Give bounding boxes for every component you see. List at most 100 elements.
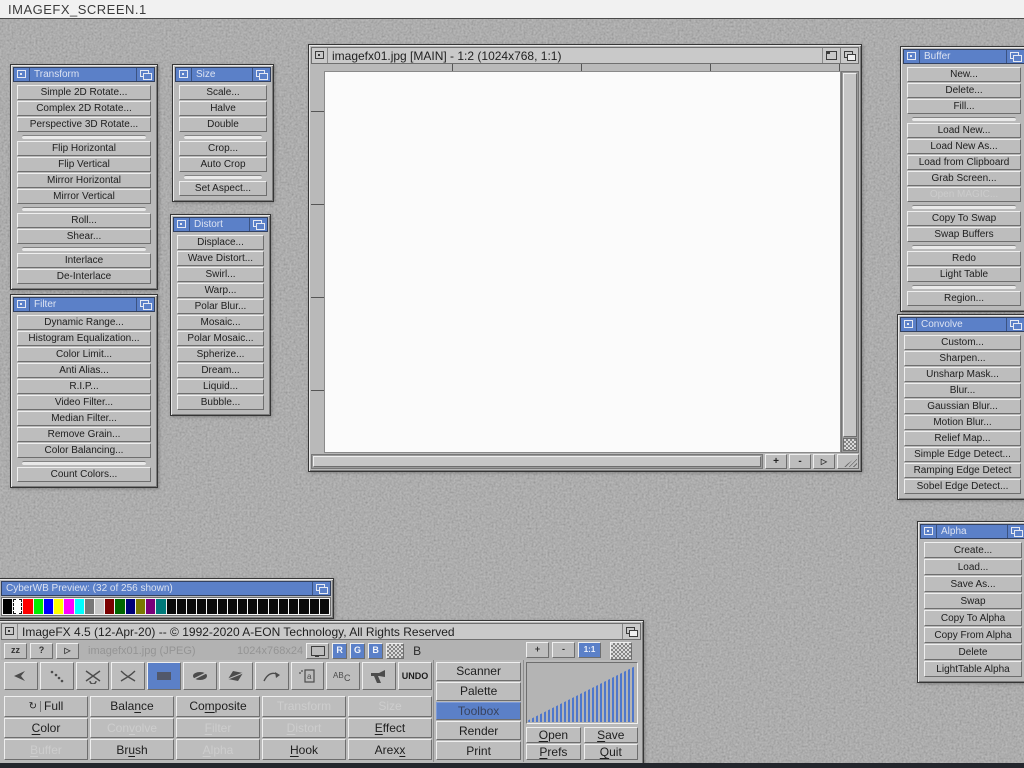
- light-table-button[interactable]: Light Table: [907, 267, 1021, 282]
- color-swatch[interactable]: [310, 599, 319, 614]
- prefs-button[interactable]: Prefs: [526, 744, 580, 760]
- wave-distort-button[interactable]: Wave Distort...: [177, 251, 264, 266]
- bubble-button[interactable]: Bubble...: [177, 395, 264, 410]
- horizontal-scrollbar[interactable]: [311, 454, 763, 469]
- simple-2d-rotate-button[interactable]: Simple 2D Rotate...: [17, 85, 151, 100]
- histogram-equalization-button[interactable]: Histogram Equalization...: [17, 331, 151, 346]
- flip-horizontal-button[interactable]: Flip Horizontal: [17, 141, 151, 156]
- filter-titlebar[interactable]: Filter: [13, 297, 155, 312]
- zoom-out-button[interactable]: -: [789, 454, 811, 469]
- anti-alias-button[interactable]: Anti Alias...: [17, 363, 151, 378]
- blur-button[interactable]: Blur...: [904, 383, 1021, 398]
- arexx-button[interactable]: Arexx: [348, 739, 432, 760]
- smear-tool-button[interactable]: [255, 662, 289, 690]
- color-swatch[interactable]: [146, 599, 155, 614]
- depth-icon[interactable]: [622, 624, 640, 639]
- channel-g-button[interactable]: G: [350, 643, 365, 659]
- color-swatch[interactable]: [177, 599, 186, 614]
- depth-icon[interactable]: [312, 582, 330, 595]
- close-icon[interactable]: [174, 218, 189, 231]
- save-button[interactable]: Save: [584, 727, 638, 743]
- color-swatch[interactable]: [23, 599, 32, 614]
- palette-titlebar[interactable]: CyberWB Preview: (32 of 256 shown): [1, 581, 331, 596]
- render-button[interactable]: Render: [436, 721, 521, 740]
- halve-button[interactable]: Halve: [179, 101, 267, 116]
- depth-icon[interactable]: [136, 68, 154, 81]
- gradient-preview[interactable]: [526, 662, 638, 724]
- scanner-button[interactable]: Scanner: [436, 662, 521, 681]
- color-swatch[interactable]: [238, 599, 247, 614]
- load-button[interactable]: Load...: [924, 559, 1022, 575]
- lighttable-alpha-button[interactable]: LightTable Alpha: [924, 661, 1022, 677]
- load-new-as-button[interactable]: Load New As...: [907, 139, 1021, 154]
- load-from-clipboard-button[interactable]: Load from Clipboard: [907, 155, 1021, 170]
- screen-mode-button[interactable]: [306, 643, 329, 659]
- swirl-button[interactable]: Swirl...: [177, 267, 264, 282]
- close-icon[interactable]: [904, 50, 919, 63]
- ramping-edge-detect-button[interactable]: Ramping Edge Detect: [904, 463, 1021, 478]
- redo-button[interactable]: Redo: [907, 251, 1021, 266]
- grab-screen-icon-button[interactable]: [610, 642, 632, 660]
- close-icon[interactable]: [14, 298, 29, 311]
- mirror-horizontal-button[interactable]: Mirror Horizontal: [17, 173, 151, 188]
- zoom-out-button[interactable]: -: [552, 642, 575, 658]
- color-swatch[interactable]: [136, 599, 145, 614]
- open-button[interactable]: Open: [526, 727, 580, 743]
- fill-button[interactable]: Fill...: [907, 99, 1021, 114]
- depth-icon[interactable]: [1006, 50, 1024, 63]
- color-swatch[interactable]: [95, 599, 104, 614]
- color-swatch[interactable]: [167, 599, 176, 614]
- oval-tool-button[interactable]: [183, 662, 217, 690]
- channel-b-button[interactable]: B: [368, 643, 383, 659]
- color-balancing-button[interactable]: Color Balancing...: [17, 443, 151, 458]
- depth-icon[interactable]: [136, 298, 154, 311]
- flip-vertical-button[interactable]: Flip Vertical: [17, 157, 151, 172]
- create-button[interactable]: Create...: [924, 542, 1022, 558]
- close-icon[interactable]: [921, 525, 936, 538]
- box-tool-button[interactable]: [147, 662, 181, 690]
- color-swatch[interactable]: [54, 599, 63, 614]
- color-swatch[interactable]: [126, 599, 135, 614]
- roll-button[interactable]: Roll...: [17, 213, 151, 228]
- new-button[interactable]: New...: [907, 67, 1021, 82]
- polar-mosaic-button[interactable]: Polar Mosaic...: [177, 331, 264, 346]
- remove-grain-button[interactable]: Remove Grain...: [17, 427, 151, 442]
- image-canvas[interactable]: [324, 71, 841, 453]
- mirror-vertical-button[interactable]: Mirror Vertical: [17, 189, 151, 204]
- de-interlace-button[interactable]: De-Interlace: [17, 269, 151, 284]
- channel-r-button[interactable]: R: [332, 643, 347, 659]
- toolbar-titlebar[interactable]: ImageFX 4.5 (12-Apr-20) -- © 1992-2020 A…: [1, 623, 641, 640]
- print-button[interactable]: Print: [436, 741, 521, 760]
- color-swatch[interactable]: [289, 599, 298, 614]
- spray-tool-button[interactable]: [362, 662, 396, 690]
- displace-button[interactable]: Displace...: [177, 235, 264, 250]
- mosaic-button[interactable]: Mosaic...: [177, 315, 264, 330]
- close-icon[interactable]: [2, 624, 17, 639]
- warp-button[interactable]: Warp...: [177, 283, 264, 298]
- copy-to-alpha-button[interactable]: Copy To Alpha: [924, 610, 1022, 626]
- color-swatch[interactable]: [228, 599, 237, 614]
- hook-button[interactable]: Hook: [262, 739, 346, 760]
- transform-titlebar[interactable]: Transform: [13, 67, 155, 82]
- polar-blur-button[interactable]: Polar Blur...: [177, 299, 264, 314]
- auto-crop-button[interactable]: Auto Crop: [179, 157, 267, 172]
- toolbox-button[interactable]: Toolbox: [436, 702, 521, 721]
- lasso-tool-button[interactable]: [111, 662, 145, 690]
- next-buffer-button[interactable]: ▷: [56, 643, 79, 659]
- alpha-titlebar[interactable]: Alpha: [920, 524, 1024, 539]
- delete-button[interactable]: Delete...: [907, 83, 1021, 98]
- region-button[interactable]: Region...: [907, 291, 1021, 306]
- sobel-edge-detect-button[interactable]: Sobel Edge Detect...: [904, 479, 1021, 494]
- motion-blur-button[interactable]: Motion Blur...: [904, 415, 1021, 430]
- complex-2d-rotate-button[interactable]: Complex 2D Rotate...: [17, 101, 151, 116]
- delete-button[interactable]: Delete: [924, 644, 1022, 660]
- resize-handle[interactable]: [837, 454, 859, 469]
- swap-buffers-button[interactable]: Swap Buffers: [907, 227, 1021, 242]
- dynamic-range-button[interactable]: Dynamic Range...: [17, 315, 151, 330]
- color-swatch[interactable]: [105, 599, 114, 614]
- close-icon[interactable]: [901, 318, 916, 331]
- color-button[interactable]: Color: [4, 718, 88, 739]
- color-swatch[interactable]: [13, 599, 22, 614]
- close-icon[interactable]: [14, 68, 29, 81]
- color-swatch[interactable]: [279, 599, 288, 614]
